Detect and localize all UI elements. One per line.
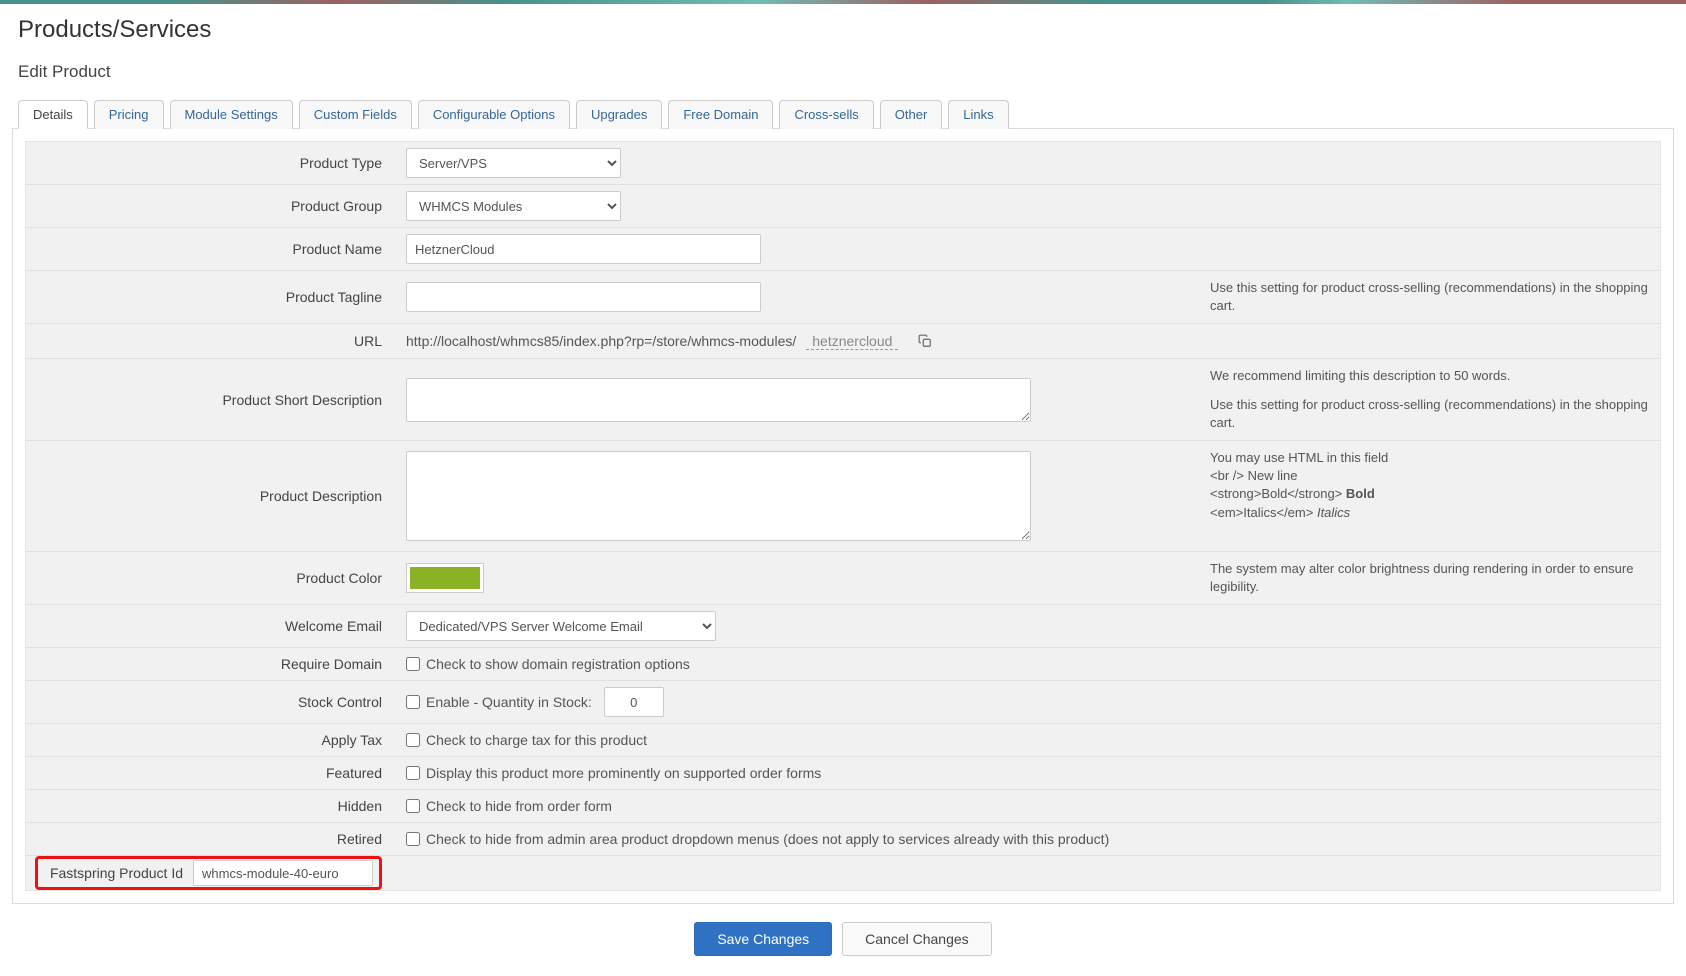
tab-module-settings[interactable]: Module Settings [170,100,293,129]
product-type-select[interactable]: Server/VPS [406,148,621,178]
copy-url-button[interactable] [914,330,936,352]
tab-panel: Product Type Server/VPS Product Group WH… [12,128,1674,904]
tab-details[interactable]: Details [18,100,88,129]
label-featured: Featured [26,757,396,789]
page-title: Products/Services [18,16,1674,44]
hidden-label[interactable]: Check to hide from order form [406,798,612,814]
url-slug[interactable]: hetznercloud [806,333,898,350]
tab-custom-fields[interactable]: Custom Fields [299,100,412,129]
color-swatch [410,567,480,589]
label-product-type: Product Type [26,142,396,184]
label-product-name: Product Name [26,228,396,270]
label-require-domain: Require Domain [26,648,396,680]
desc-help-3: <strong>Bold</strong> Bold [1210,485,1648,503]
desc-help-2: <br /> New line [1210,467,1648,485]
color-help: The system may alter color brightness du… [1210,561,1633,594]
require-domain-label[interactable]: Check to show domain registration option… [406,656,690,672]
copy-icon [918,334,932,348]
desc-help-4: <em>Italics</em> Italics [1210,504,1648,522]
require-domain-checkbox[interactable] [406,657,420,671]
label-welcome-email: Welcome Email [26,605,396,647]
description-textarea[interactable] [406,451,1031,541]
top-accent-bar [0,0,1686,4]
tab-upgrades[interactable]: Upgrades [576,100,662,129]
product-color-picker[interactable] [406,563,484,593]
featured-text: Display this product more prominently on… [426,765,821,781]
hidden-checkbox[interactable] [406,799,420,813]
product-group-select[interactable]: WHMCS Modules [406,191,621,221]
tabs: Details Pricing Module Settings Custom F… [18,100,1674,129]
apply-tax-label[interactable]: Check to charge tax for this product [406,732,647,748]
require-domain-text: Check to show domain registration option… [426,656,690,672]
label-product-tagline: Product Tagline [26,271,396,323]
stock-control-text: Enable - Quantity in Stock: [426,694,592,710]
label-fastspring-id: Fastspring Product Id [38,859,193,887]
desc-help-1: You may use HTML in this field [1210,449,1648,467]
label-url: URL [26,324,396,358]
stock-control-checkbox[interactable] [406,695,420,709]
label-short-desc: Product Short Description [26,359,396,440]
featured-label[interactable]: Display this product more prominently on… [406,765,821,781]
retired-checkbox[interactable] [406,832,420,846]
short-desc-help-1: We recommend limiting this description t… [1210,367,1648,385]
stock-control-label[interactable]: Enable - Quantity in Stock: [406,694,592,710]
fastspring-highlight: Fastspring Product Id [35,856,382,890]
tab-configurable-options[interactable]: Configurable Options [418,100,570,129]
short-desc-help-2: Use this setting for product cross-selli… [1210,396,1648,432]
apply-tax-checkbox[interactable] [406,733,420,747]
label-hidden: Hidden [26,790,396,822]
fastspring-id-input[interactable] [193,860,373,886]
product-tagline-input[interactable] [406,282,761,312]
label-description: Product Description [26,441,396,551]
label-product-group: Product Group [26,185,396,227]
label-product-color: Product Color [26,552,396,604]
tab-cross-sells[interactable]: Cross-sells [779,100,873,129]
tab-links[interactable]: Links [948,100,1008,129]
page-subtitle: Edit Product [18,62,1674,82]
short-description-textarea[interactable] [406,378,1031,422]
product-name-input[interactable] [406,234,761,264]
cancel-button[interactable]: Cancel Changes [842,922,992,956]
save-button[interactable]: Save Changes [694,922,832,956]
tab-other[interactable]: Other [880,100,943,129]
welcome-email-select[interactable]: Dedicated/VPS Server Welcome Email [406,611,716,641]
label-stock-control: Stock Control [26,681,396,723]
url-base-text: http://localhost/whmcs85/index.php?rp=/s… [406,333,796,349]
hidden-text: Check to hide from order form [426,798,612,814]
label-retired: Retired [26,823,396,855]
tagline-help: Use this setting for product cross-selli… [1210,279,1648,315]
tab-free-domain[interactable]: Free Domain [668,100,773,129]
apply-tax-text: Check to charge tax for this product [426,732,647,748]
tab-pricing[interactable]: Pricing [94,100,164,129]
retired-label[interactable]: Check to hide from admin area product dr… [406,831,1109,847]
button-row: Save Changes Cancel Changes [12,922,1674,956]
featured-checkbox[interactable] [406,766,420,780]
retired-text: Check to hide from admin area product dr… [426,831,1109,847]
stock-qty-input[interactable] [604,687,664,717]
label-apply-tax: Apply Tax [26,724,396,756]
